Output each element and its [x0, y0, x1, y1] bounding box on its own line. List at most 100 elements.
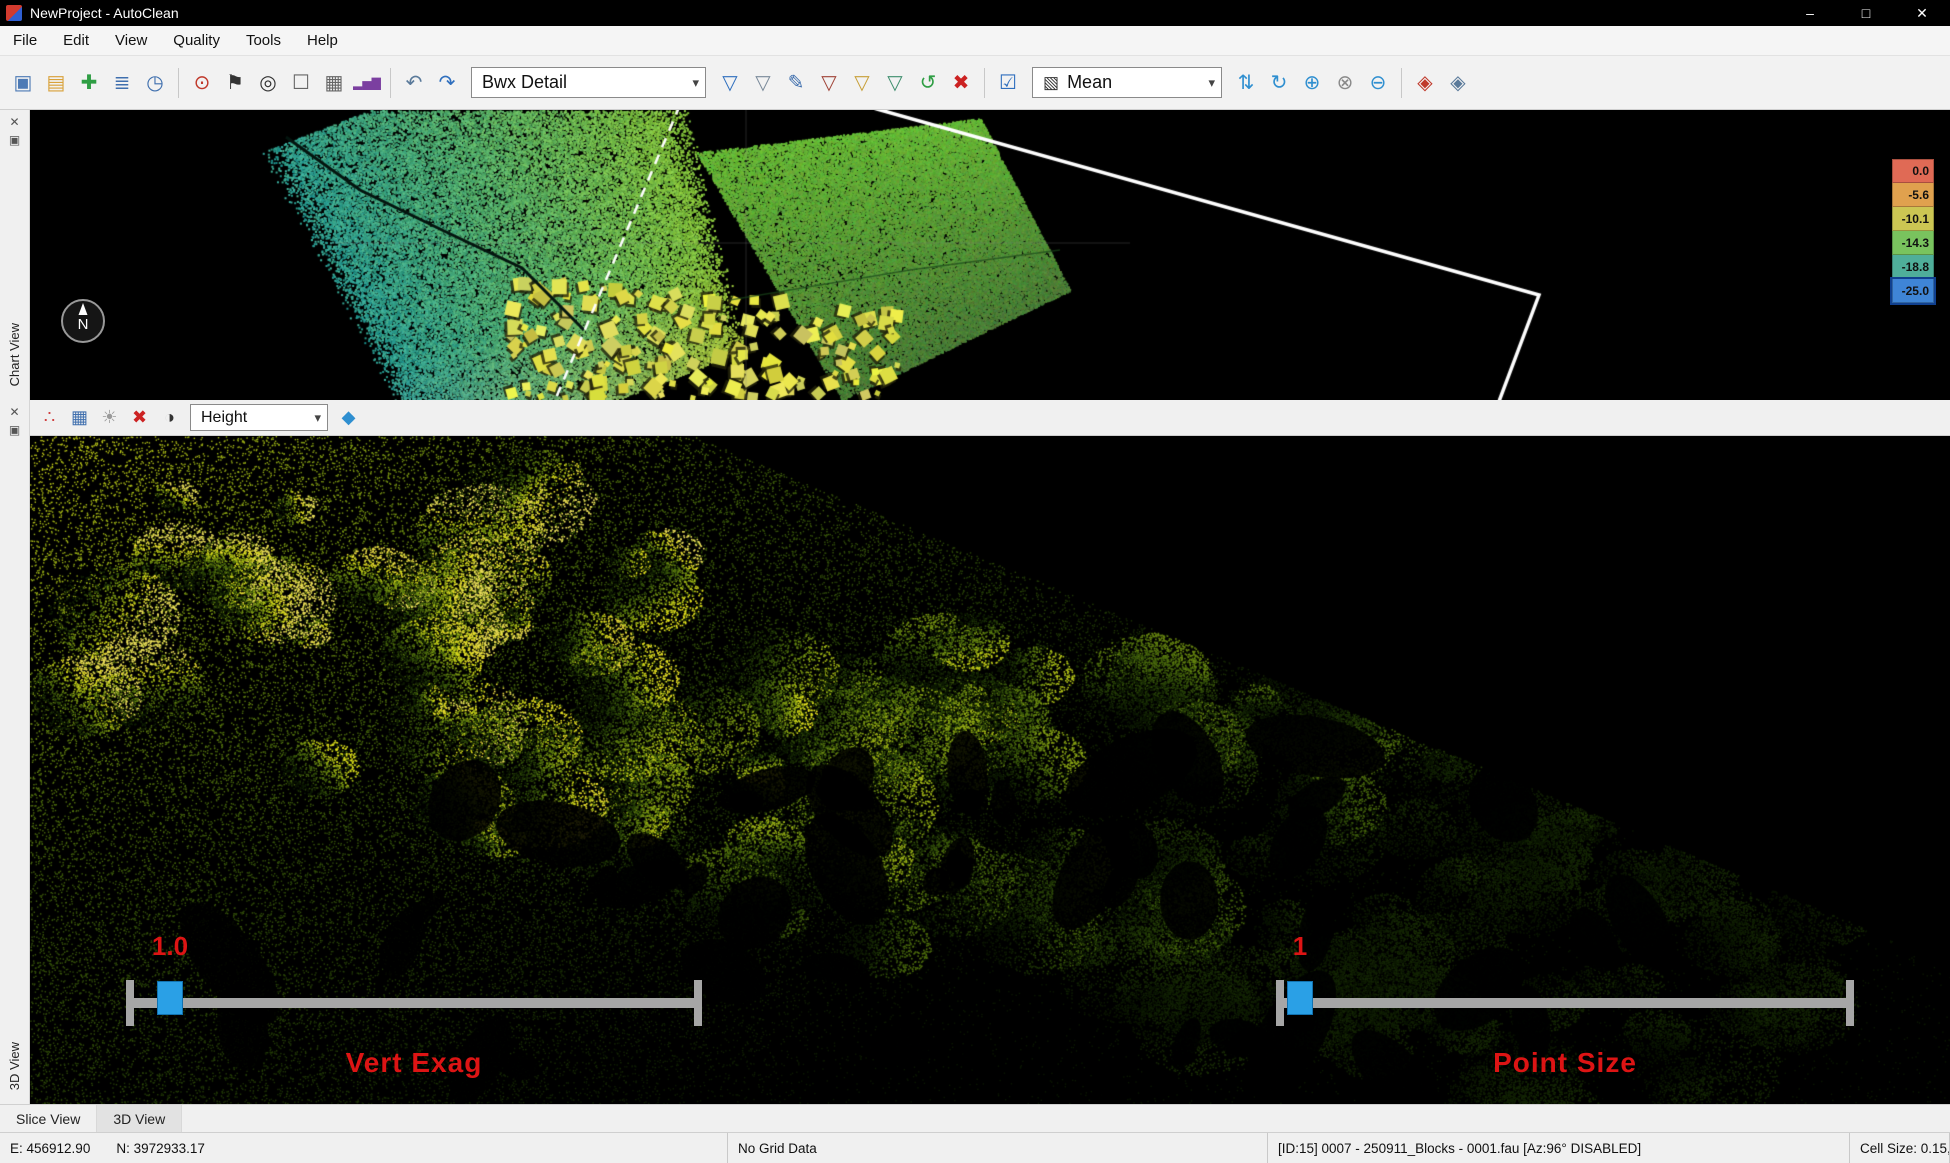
- select-rect-icon[interactable]: ☐: [286, 67, 316, 99]
- view3d-panel: ✕ ▣ 3D View ∴▦☀✖◑ Height ▾ ◆ 1.0 Vert Exag: [0, 400, 1950, 1104]
- toolbar-separator: [984, 68, 985, 98]
- zoom-select-icon[interactable]: ⊙: [187, 67, 217, 99]
- north-compass-icon: N: [60, 298, 106, 344]
- redo-icon[interactable]: ↷: [432, 67, 462, 99]
- view3d-strip: ✕ ▣ 3D View: [0, 400, 30, 1104]
- status-file: [ID:15] 0007 - 250911_Blocks - 0001.fau …: [1268, 1133, 1850, 1163]
- layers-icon[interactable]: ◆: [335, 404, 362, 432]
- menu-help[interactable]: Help: [294, 26, 351, 55]
- detail-level-dropdown[interactable]: Bwx Detail ▾: [471, 67, 706, 98]
- crop-region-icon[interactable]: ▦: [319, 67, 349, 99]
- status-coordinates: E: 456912.90 N: 3972933.17: [0, 1133, 728, 1163]
- link-nodes-icon[interactable]: ◈: [1410, 67, 1440, 99]
- window-title: NewProject - AutoClean: [30, 5, 179, 21]
- legend-row[interactable]: -5.6: [1892, 183, 1934, 207]
- time-history-icon[interactable]: ◷: [140, 67, 170, 99]
- filter-points-icon[interactable]: ▽: [847, 67, 877, 99]
- chevron-down-icon: ▾: [314, 410, 321, 426]
- menu-file[interactable]: File: [0, 26, 50, 55]
- menu-view[interactable]: View: [102, 26, 160, 55]
- maximize-button[interactable]: □: [1838, 0, 1894, 26]
- legend-row[interactable]: -14.3: [1892, 231, 1934, 255]
- status-northing: N: 3972933.17: [116, 1141, 205, 1156]
- add-data-icon[interactable]: ✚: [74, 67, 104, 99]
- menu-edit[interactable]: Edit: [50, 26, 102, 55]
- sphere-icon[interactable]: ◑: [156, 404, 183, 432]
- tab-3d-view[interactable]: 3D View: [97, 1105, 182, 1132]
- vert-exag-handle[interactable]: [157, 981, 183, 1015]
- color-scatter-icon[interactable]: ∴: [36, 404, 63, 432]
- close-button[interactable]: ✕: [1894, 0, 1950, 26]
- zoom-extents-icon[interactable]: ⊖: [1363, 67, 1393, 99]
- chart-canvas[interactable]: [30, 110, 1950, 400]
- main-toolbar: ▣▤✚≣◷⊙⚑◎☐▦▂▅▇↶↷Bwx Detail▾▽▽✎▽▽▽↺✖☑▧Mean…: [0, 56, 1950, 110]
- surface-icon: ▧: [1043, 73, 1059, 93]
- open-folder-icon[interactable]: ▤: [41, 67, 71, 99]
- chevron-down-icon: ▾: [1208, 75, 1215, 91]
- zoom-off-icon[interactable]: ⊗: [1330, 67, 1360, 99]
- toolbar-separator: [1401, 68, 1402, 98]
- clear-selection-icon[interactable]: ✖: [126, 404, 153, 432]
- screen-display-icon[interactable]: ▣: [8, 67, 38, 99]
- reject-all-icon[interactable]: ✖: [946, 67, 976, 99]
- color-mode-dropdown-value: Height: [201, 409, 306, 427]
- vert-exag-track[interactable]: [128, 998, 700, 1008]
- grid-check-icon[interactable]: ☑: [993, 67, 1023, 99]
- point-size-track[interactable]: [1278, 998, 1852, 1008]
- flag-icon[interactable]: ⚑: [220, 67, 250, 99]
- status-easting: E: 456912.90: [10, 1141, 90, 1156]
- point-grid-icon[interactable]: ▦: [66, 404, 93, 432]
- light-icon[interactable]: ☀: [96, 404, 123, 432]
- menu-bar: FileEditViewQualityToolsHelp: [0, 26, 1950, 56]
- filter-badge-icon[interactable]: ▽: [880, 67, 910, 99]
- view-tabs: Slice View 3D View: [0, 1104, 1950, 1132]
- statistics-chart-icon[interactable]: ▂▅▇: [352, 67, 382, 99]
- view3d-close-icon[interactable]: ✕: [0, 403, 29, 421]
- pin-marker-icon[interactable]: ◎: [253, 67, 283, 99]
- refresh-icon[interactable]: ↻: [1264, 67, 1294, 99]
- zoom-in-icon[interactable]: ⊕: [1297, 67, 1327, 99]
- tab-slice-view[interactable]: Slice View: [0, 1105, 97, 1132]
- chevron-down-icon: ▾: [692, 75, 699, 91]
- chart-close-icon[interactable]: ✕: [0, 113, 29, 131]
- undo-all-icon[interactable]: ↺: [913, 67, 943, 99]
- vert-exag-value: 1.0: [130, 931, 210, 962]
- chart-dock-icon[interactable]: ▣: [0, 131, 29, 149]
- status-cell-size: Cell Size: 0.15,I: [1850, 1133, 1950, 1163]
- filter-reject-icon[interactable]: ▽: [814, 67, 844, 99]
- save-lines-icon[interactable]: ≣: [107, 67, 137, 99]
- detail-level-dropdown-value: Bwx Detail: [482, 72, 684, 93]
- filter-manual-icon[interactable]: ▽: [748, 67, 778, 99]
- menu-quality[interactable]: Quality: [160, 26, 233, 55]
- unlink-nodes-icon[interactable]: ◈: [1443, 67, 1473, 99]
- view3d-dock-icon[interactable]: ▣: [0, 421, 29, 439]
- vert-exag-label: Vert Exag: [128, 1047, 700, 1079]
- depth-legend: 0.0-5.6-10.1-14.3-18.8-25.0: [1892, 159, 1934, 303]
- swap-layers-icon[interactable]: ⇅: [1231, 67, 1261, 99]
- color-mode-dropdown[interactable]: Height ▾: [190, 404, 328, 431]
- filter-auto-icon[interactable]: ▽: [715, 67, 745, 99]
- view3d-column: ∴▦☀✖◑Height▾◆ 1.0 Vert Exag 1: [30, 400, 1950, 1104]
- toolbar-separator: [390, 68, 391, 98]
- minimize-button[interactable]: –: [1782, 0, 1838, 26]
- chart-view-strip: ✕ ▣ Chart View: [0, 110, 30, 400]
- legend-row[interactable]: -18.8: [1892, 255, 1934, 279]
- surface-stat-dropdown[interactable]: ▧ Mean ▾: [1032, 67, 1222, 98]
- view3d-label: 3D View: [7, 1042, 22, 1090]
- legend-row[interactable]: 0.0: [1892, 159, 1934, 183]
- status-bar: E: 456912.90 N: 3972933.17 No Grid Data …: [0, 1132, 1950, 1163]
- legend-row[interactable]: -10.1: [1892, 207, 1934, 231]
- point-size-handle[interactable]: [1287, 981, 1313, 1015]
- filter-edit-icon[interactable]: ✎: [781, 67, 811, 99]
- surface-stat-dropdown-value: Mean: [1067, 72, 1200, 93]
- undo-icon[interactable]: ↶: [399, 67, 429, 99]
- slider-endcap: [694, 980, 702, 1026]
- chart-view-panel: ✕ ▣ Chart View N 0.0-5.6-10.1-14.3-18.8-…: [0, 110, 1950, 400]
- slider-endcap: [1846, 980, 1854, 1026]
- menu-tools[interactable]: Tools: [233, 26, 294, 55]
- legend-row[interactable]: -25.0: [1892, 279, 1934, 303]
- title-bar: NewProject - AutoClean – □ ✕: [0, 0, 1950, 26]
- slider-endcap: [1276, 980, 1284, 1026]
- chart-view: N 0.0-5.6-10.1-14.3-18.8-25.0: [30, 110, 1950, 400]
- view3d-toolbar: ∴▦☀✖◑ Height ▾ ◆: [30, 400, 1950, 436]
